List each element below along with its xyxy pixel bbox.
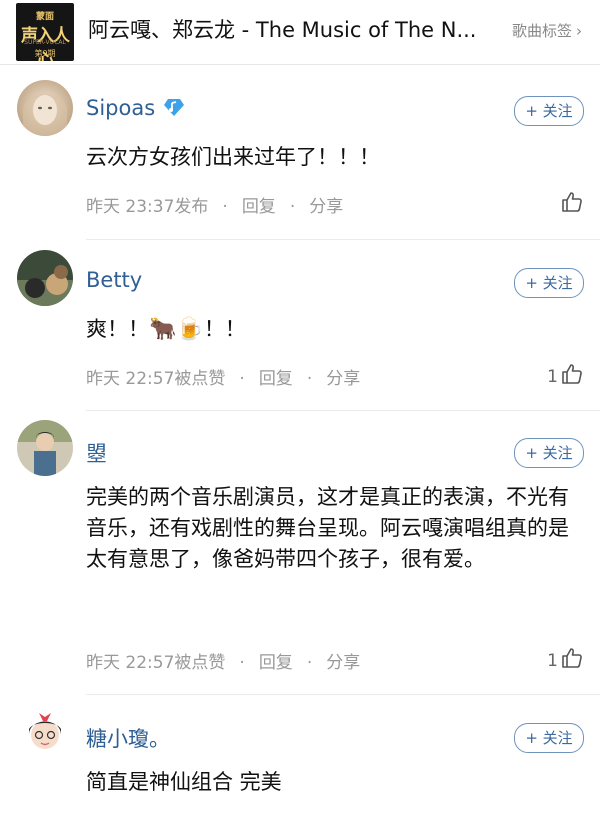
comment-text-after: ！！ xyxy=(203,317,246,341)
like-count: 1 xyxy=(547,651,558,671)
share-button[interactable]: 分享 xyxy=(326,369,360,389)
reply-button[interactable]: 回复 xyxy=(259,653,293,673)
comment-text-before: 爽！！ xyxy=(86,317,149,341)
like-button[interactable] xyxy=(558,190,584,215)
comment-meta: 昨天 23:37发布 · 回复 · 分享 xyxy=(86,192,343,217)
follow-button[interactable]: + 关注 xyxy=(514,723,584,753)
chevron-right-icon: › xyxy=(576,22,582,40)
thumbs-up-icon xyxy=(562,648,582,668)
comment-meta: 昨天 22:57被点赞 · 回复 · 分享 xyxy=(86,648,360,673)
song-title[interactable]: 阿云嘎、郑云龙 - The Music of The N... xyxy=(88,14,488,44)
diamond-vip-icon xyxy=(163,96,185,118)
beer-emoji: 🍺 xyxy=(176,317,204,342)
comment-content: 爽！！🐂🍺！！ xyxy=(86,314,576,345)
follow-button[interactable]: + 关注 xyxy=(514,96,584,126)
comment-content: 云次方女孩们出来过年了！！！ xyxy=(86,145,380,169)
album-cover-episode: 第9期 xyxy=(34,49,56,58)
reply-button[interactable]: 回复 xyxy=(242,197,276,217)
comment-time: 昨天 22:57被点赞 xyxy=(86,369,226,389)
follow-button[interactable]: + 关注 xyxy=(514,438,584,468)
avatar[interactable] xyxy=(17,420,73,476)
divider xyxy=(86,694,600,695)
song-header: 蒙面 声入人心 SUPER-VOCAL 第9期 阿云嘎、郑云龙 - The Mu… xyxy=(0,0,600,65)
ox-emoji: 🐂 xyxy=(149,317,177,342)
username-text: Betty xyxy=(86,268,143,292)
separator-dot: · xyxy=(222,197,228,217)
username[interactable]: 曌 xyxy=(86,438,107,468)
thumbs-up-icon xyxy=(562,192,582,212)
comment-content: 完美的两个音乐剧演员，这才是真正的表演，不光有音乐，还有戏剧性的舞台呈现。阿云嘎… xyxy=(86,485,569,571)
follow-button[interactable]: + 关注 xyxy=(514,268,584,298)
username-text: 曌 xyxy=(86,442,107,466)
share-button[interactable]: 分享 xyxy=(326,653,360,673)
divider xyxy=(86,410,600,411)
avatar[interactable] xyxy=(17,80,73,136)
comment-content: 简直是神仙组合 完美 xyxy=(86,770,282,794)
album-cover[interactable]: 蒙面 声入人心 SUPER-VOCAL 第9期 xyxy=(16,3,74,61)
username[interactable]: Betty xyxy=(86,268,142,292)
separator-dot: · xyxy=(289,197,296,217)
username-text: Sipoas xyxy=(86,96,156,120)
separator-dot: · xyxy=(239,369,245,389)
avatar[interactable] xyxy=(17,705,73,761)
like-button[interactable]: 1 xyxy=(547,646,584,671)
avatar[interactable] xyxy=(17,250,73,306)
like-button[interactable]: 1 xyxy=(547,362,584,387)
username[interactable]: 糖小瓊。 xyxy=(86,723,170,753)
thumbs-up-icon xyxy=(562,364,582,384)
separator-dot: · xyxy=(306,369,313,389)
username-text: 糖小瓊。 xyxy=(86,727,170,751)
album-cover-subtitle: SUPER-VOCAL xyxy=(24,39,66,46)
divider xyxy=(86,239,600,240)
username[interactable]: Sipoas xyxy=(86,96,185,120)
separator-dot: · xyxy=(239,653,245,673)
comment-meta: 昨天 22:57被点赞 · 回复 · 分享 xyxy=(86,364,360,389)
like-count: 1 xyxy=(547,367,558,387)
separator-dot: · xyxy=(306,653,313,673)
share-button[interactable]: 分享 xyxy=(309,197,343,217)
song-tags-link[interactable]: 歌曲标签 › xyxy=(512,20,582,41)
song-tags-label: 歌曲标签 xyxy=(511,22,572,40)
reply-button[interactable]: 回复 xyxy=(259,369,293,389)
comment-time: 昨天 22:57被点赞 xyxy=(86,653,226,673)
comment-time: 昨天 23:37发布 xyxy=(86,197,209,217)
